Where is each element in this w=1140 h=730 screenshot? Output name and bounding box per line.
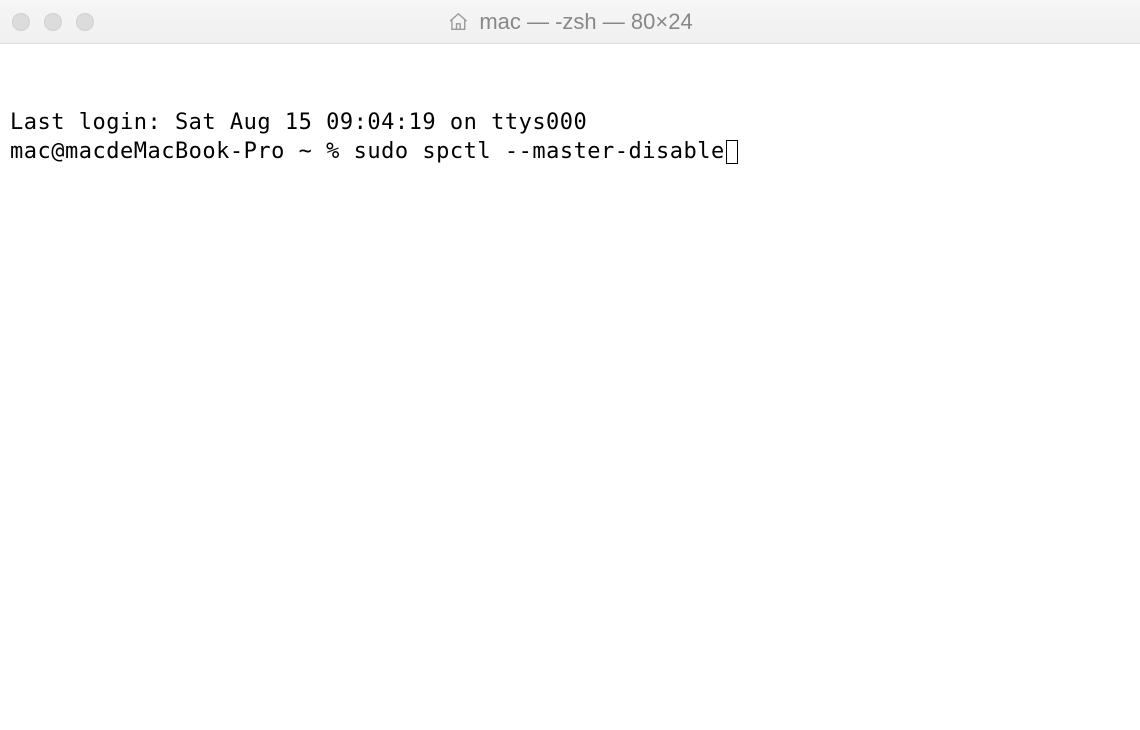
home-icon [447,11,469,33]
close-button[interactable] [12,13,30,31]
terminal-window: mac — -zsh — 80×24 Last login: Sat Aug 1… [0,0,1140,730]
window-title-container: mac — -zsh — 80×24 [447,9,692,35]
traffic-lights [12,13,94,31]
prompt-line: mac@macdeMacBook-Pro ~ % sudo spctl --ma… [10,138,1130,167]
titlebar[interactable]: mac — -zsh — 80×24 [0,0,1140,44]
terminal-body[interactable]: Last login: Sat Aug 15 09:04:19 on ttys0… [0,44,1140,730]
maximize-button[interactable] [76,13,94,31]
last-login-line: Last login: Sat Aug 15 09:04:19 on ttys0… [10,109,1130,138]
minimize-button[interactable] [44,13,62,31]
window-title: mac — -zsh — 80×24 [479,9,692,35]
cursor [726,140,738,164]
shell-prompt: mac@macdeMacBook-Pro ~ % [10,138,354,167]
command-text: sudo spctl --master-disable [354,138,725,167]
